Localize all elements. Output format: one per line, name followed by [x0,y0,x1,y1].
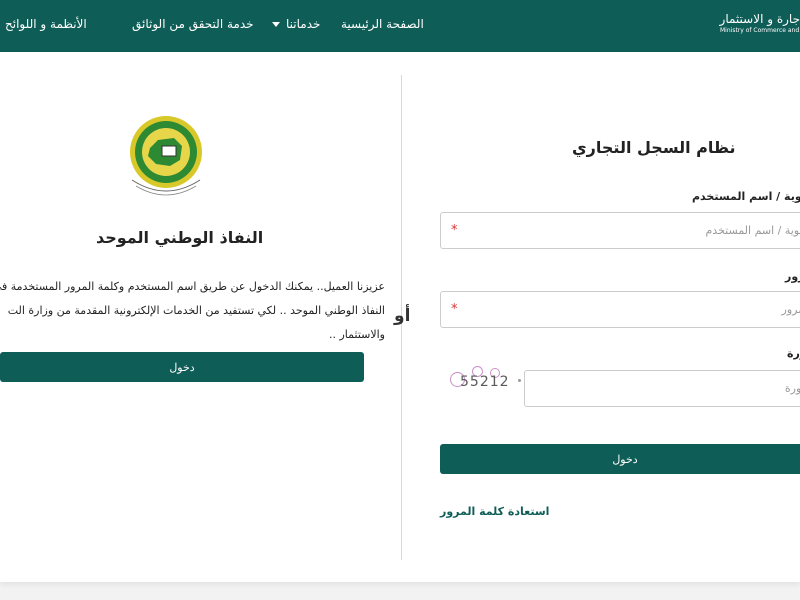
captcha-code: 55212 [460,374,510,390]
required-mark: * [451,301,458,317]
captcha-label: صورة [787,347,800,360]
sso-login-button[interactable]: دخول [0,352,364,382]
captcha-indicator [518,379,521,382]
national-access-emblem-icon [130,116,202,196]
password-field: * [440,291,800,328]
forgot-password-link[interactable]: استعادة كلمة المرور [440,505,549,518]
username-input[interactable] [465,213,800,248]
nav-regulations[interactable]: الأنظمة و اللوائح [5,0,87,52]
nav-home[interactable]: الصفحة الرئيسية [341,0,424,52]
sso-description-line: عزيزنا العميل.. يمكنك الدخول عن طريق اسم… [0,280,385,293]
sso-description-line: النفاذ الوطني الموحد .. لكي تستفيد من ال… [7,304,385,317]
captcha-field [524,370,800,407]
captcha-image: 55212 [446,366,510,396]
username-field: * [440,212,800,249]
required-mark: * [451,222,458,238]
captcha-input[interactable] [525,371,800,406]
nav-services[interactable]: خدماتنا [272,0,320,52]
sso-description-line: والاستثمار .. [328,328,385,341]
top-nav-bar: جارة و الاستثمار Ministry of Commerce an… [0,0,800,52]
nav-services-label: خدماتنا [286,17,321,31]
password-label: رور [785,270,800,283]
registry-title: نظام السجل التجاري [572,138,736,157]
registry-login-button[interactable]: دخول [440,444,800,474]
sso-title: النفاذ الوطني الموحد [96,228,264,247]
nav-document-verification[interactable]: خدمة التحقق من الوثائق [132,0,254,52]
ministry-logo[interactable]: جارة و الاستثمار Ministry of Commerce an… [720,12,800,34]
logo-english-text: Ministry of Commerce and Investment [720,27,800,34]
password-input[interactable] [465,292,800,327]
logo-arabic-text: جارة و الاستثمار [719,12,800,26]
or-separator: أو [394,306,411,326]
chevron-down-icon [272,22,280,27]
sso-description: عزيزنا العميل.. يمكنك الدخول عن طريق اسم… [0,275,385,347]
username-label: هوية / اسم المستخدم [692,190,800,203]
